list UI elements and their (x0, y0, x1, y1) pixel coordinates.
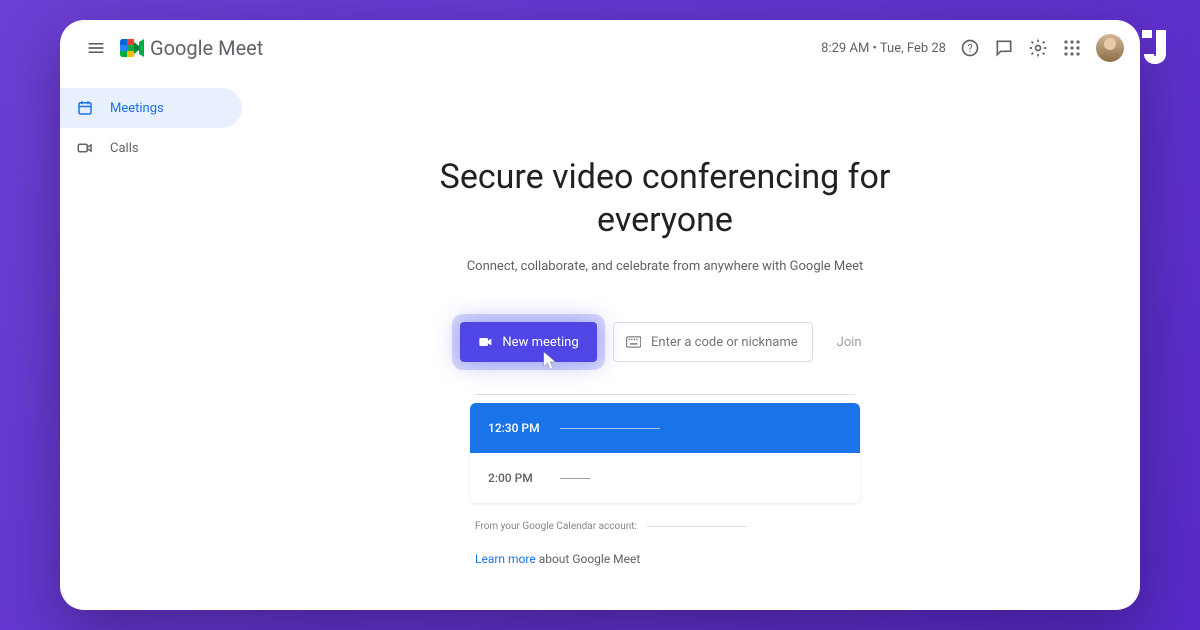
main-content: Secure video conferencing for everyone C… (250, 76, 1140, 610)
feedback-icon (994, 38, 1014, 58)
help-button[interactable]: ? (960, 38, 980, 58)
divider (475, 394, 855, 395)
upcoming-meetings: 12:30 PM 2:00 PM (470, 403, 860, 503)
cursor-icon (542, 350, 560, 372)
header-datetime: 8:29 AM • Tue, Feb 28 (821, 41, 946, 56)
sidebar: Meetings Calls (60, 76, 250, 610)
code-input-wrapper[interactable] (613, 322, 813, 362)
video-icon (76, 139, 94, 157)
new-meeting-button[interactable]: New meeting (460, 322, 596, 362)
calendar-icon (76, 99, 94, 117)
learn-more-link[interactable]: Learn more (475, 552, 536, 566)
sidebar-item-calls[interactable]: Calls (60, 128, 242, 168)
sidebar-item-label: Meetings (110, 101, 164, 116)
join-button[interactable]: Join (829, 335, 870, 350)
meeting-row[interactable]: 12:30 PM (470, 403, 860, 453)
feedback-button[interactable] (994, 38, 1014, 58)
meet-logo-icon (120, 38, 144, 58)
app-logo[interactable]: Google Meet (120, 36, 263, 60)
menu-button[interactable] (76, 28, 116, 68)
meeting-row[interactable]: 2:00 PM (470, 453, 860, 503)
app-window: Google Meet 8:29 AM • Tue, Feb 28 ? (60, 20, 1140, 610)
hamburger-icon (86, 38, 106, 58)
svg-text:?: ? (967, 42, 972, 55)
meeting-time: 2:00 PM (488, 471, 542, 485)
settings-button[interactable] (1028, 38, 1048, 58)
keyboard-icon (626, 335, 641, 349)
action-row: New meeting Join (460, 322, 869, 362)
sidebar-item-meetings[interactable]: Meetings (60, 88, 242, 128)
new-meeting-label: New meeting (502, 335, 578, 350)
account-avatar[interactable] (1096, 34, 1124, 62)
page-headline: Secure video conferencing for everyone (405, 156, 925, 241)
page-subtext: Connect, collaborate, and celebrate from… (467, 259, 864, 274)
meeting-title-placeholder (560, 428, 660, 429)
meeting-title-placeholder (560, 478, 590, 479)
help-icon: ? (960, 38, 980, 58)
code-input[interactable] (651, 335, 800, 350)
apps-button[interactable] (1062, 38, 1082, 58)
header-bar: Google Meet 8:29 AM • Tue, Feb 28 ? (60, 20, 1140, 76)
sidebar-item-label: Calls (110, 141, 139, 156)
apps-grid-icon (1063, 39, 1081, 57)
brand-logo-icon (1128, 24, 1172, 68)
gear-icon (1028, 38, 1048, 58)
calendar-account-note: From your Google Calendar account: (475, 521, 855, 532)
app-title: Google Meet (150, 36, 263, 60)
video-plus-icon (478, 334, 494, 350)
learn-more-text: Learn more about Google Meet (475, 552, 855, 566)
meeting-time: 12:30 PM (488, 421, 542, 435)
